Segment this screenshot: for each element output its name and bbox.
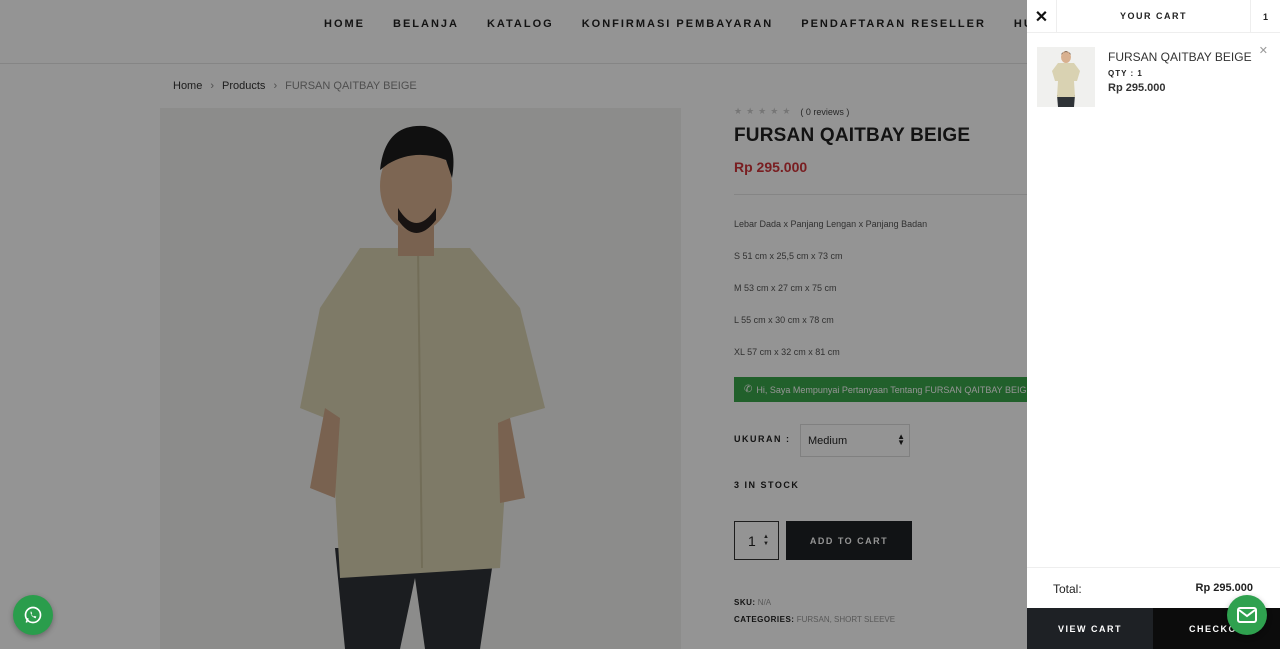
cart-item-qty: QTY : 1 bbox=[1108, 69, 1143, 78]
close-icon[interactable]: ✕ bbox=[1027, 0, 1057, 33]
cart-header: ✕ YOUR CART 1 bbox=[1027, 0, 1280, 33]
cart-item-thumbnail[interactable] bbox=[1037, 47, 1095, 107]
remove-icon[interactable]: ✕ bbox=[1259, 44, 1268, 57]
modal-overlay[interactable] bbox=[0, 0, 1027, 649]
cart-total-label: Total: bbox=[1053, 582, 1082, 596]
cart-count: 1 bbox=[1250, 0, 1280, 33]
cart-item-name[interactable]: FURSAN QAITBAY BEIGE bbox=[1108, 50, 1252, 64]
view-cart-button[interactable]: VIEW CART bbox=[1027, 608, 1153, 649]
cart-title: YOUR CART bbox=[1120, 11, 1187, 21]
mail-float-button[interactable] bbox=[1227, 595, 1267, 635]
whatsapp-icon bbox=[24, 606, 42, 624]
whatsapp-float-button[interactable] bbox=[13, 595, 53, 635]
cart-item-price: Rp 295.000 bbox=[1108, 82, 1166, 94]
cart-panel: ✕ YOUR CART 1 FURSAN QAITBAY BEIGE QTY :… bbox=[1027, 0, 1280, 649]
cart-total-value: Rp 295.000 bbox=[1195, 582, 1253, 594]
mail-icon bbox=[1237, 607, 1257, 623]
